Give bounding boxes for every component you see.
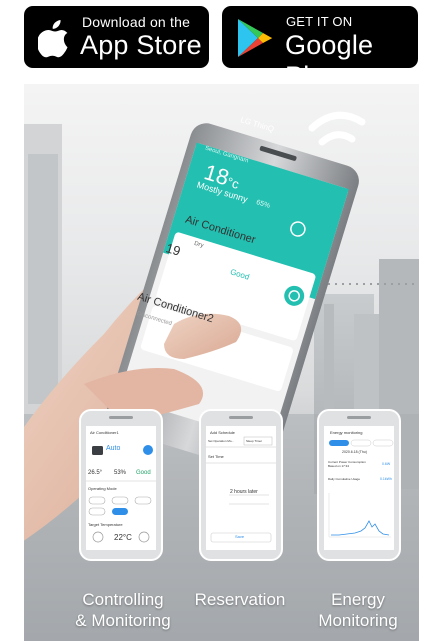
google-play-badge[interactable]: GET IT ON Google Play bbox=[222, 6, 418, 91]
s3-row2-label: Daily Cumulative Usage bbox=[328, 477, 361, 481]
s2-set-operation: Set Operation Mo... bbox=[208, 439, 235, 443]
s2-sleep-timer: Sleep Timer bbox=[246, 439, 263, 443]
feature-controlling-line1: Controlling bbox=[82, 590, 164, 609]
feature-energy-line1: Energy bbox=[331, 590, 385, 609]
app-store-badge[interactable]: Download on the App Store bbox=[24, 6, 209, 68]
s3-row1-label: Current Power Consumption Based on 17:34 bbox=[328, 460, 366, 468]
s3-header: Energy monitoring bbox=[330, 430, 363, 435]
s1-col1-value: 26.5° bbox=[88, 470, 103, 476]
s2-duration: 2 hours later bbox=[230, 489, 258, 495]
feature-controlling-line2: & Monitoring bbox=[75, 611, 171, 630]
app-store-top-text: Download on the bbox=[82, 14, 191, 30]
s1-target-temp-label: Target Temperature bbox=[88, 522, 123, 527]
s2-save-button[interactable]: Save bbox=[235, 534, 244, 539]
s1-target-temp: 22°C bbox=[114, 533, 132, 542]
feature-controlling: Controlling & Monitoring bbox=[68, 589, 178, 631]
s2-header: Add Schedule bbox=[210, 430, 235, 435]
google-play-main-text: Google Play bbox=[285, 30, 374, 91]
s1-header: Air Conditioner1 bbox=[90, 430, 119, 435]
app-store-main-text: App Store bbox=[80, 30, 202, 60]
s1-mode: Auto bbox=[106, 445, 121, 452]
apple-icon bbox=[38, 20, 68, 58]
feature-reservation-line1: Reservation bbox=[194, 590, 286, 609]
s3-date: 2020.6.18 (Thu) bbox=[342, 450, 367, 454]
s3-row2-value: 0.1kWh bbox=[380, 477, 392, 481]
s1-col3-value: Good bbox=[136, 470, 151, 476]
hero-image: LG ThinQ Seoul, Gangnam 18°c Mostly sunn… bbox=[24, 84, 419, 641]
s1-col2-value: 53% bbox=[114, 470, 127, 476]
google-play-icon bbox=[238, 19, 272, 57]
s1-operating-mode: Operating Mode bbox=[88, 486, 117, 491]
feature-energy: Energy Monitoring bbox=[308, 589, 408, 631]
feature-reservation: Reservation bbox=[190, 589, 290, 610]
s2-set-time: Set Time bbox=[208, 454, 224, 459]
google-play-top-text: GET IT ON bbox=[286, 14, 353, 29]
feature-energy-line2: Monitoring bbox=[318, 611, 398, 630]
s3-row1-value: 0.6W bbox=[382, 462, 391, 466]
